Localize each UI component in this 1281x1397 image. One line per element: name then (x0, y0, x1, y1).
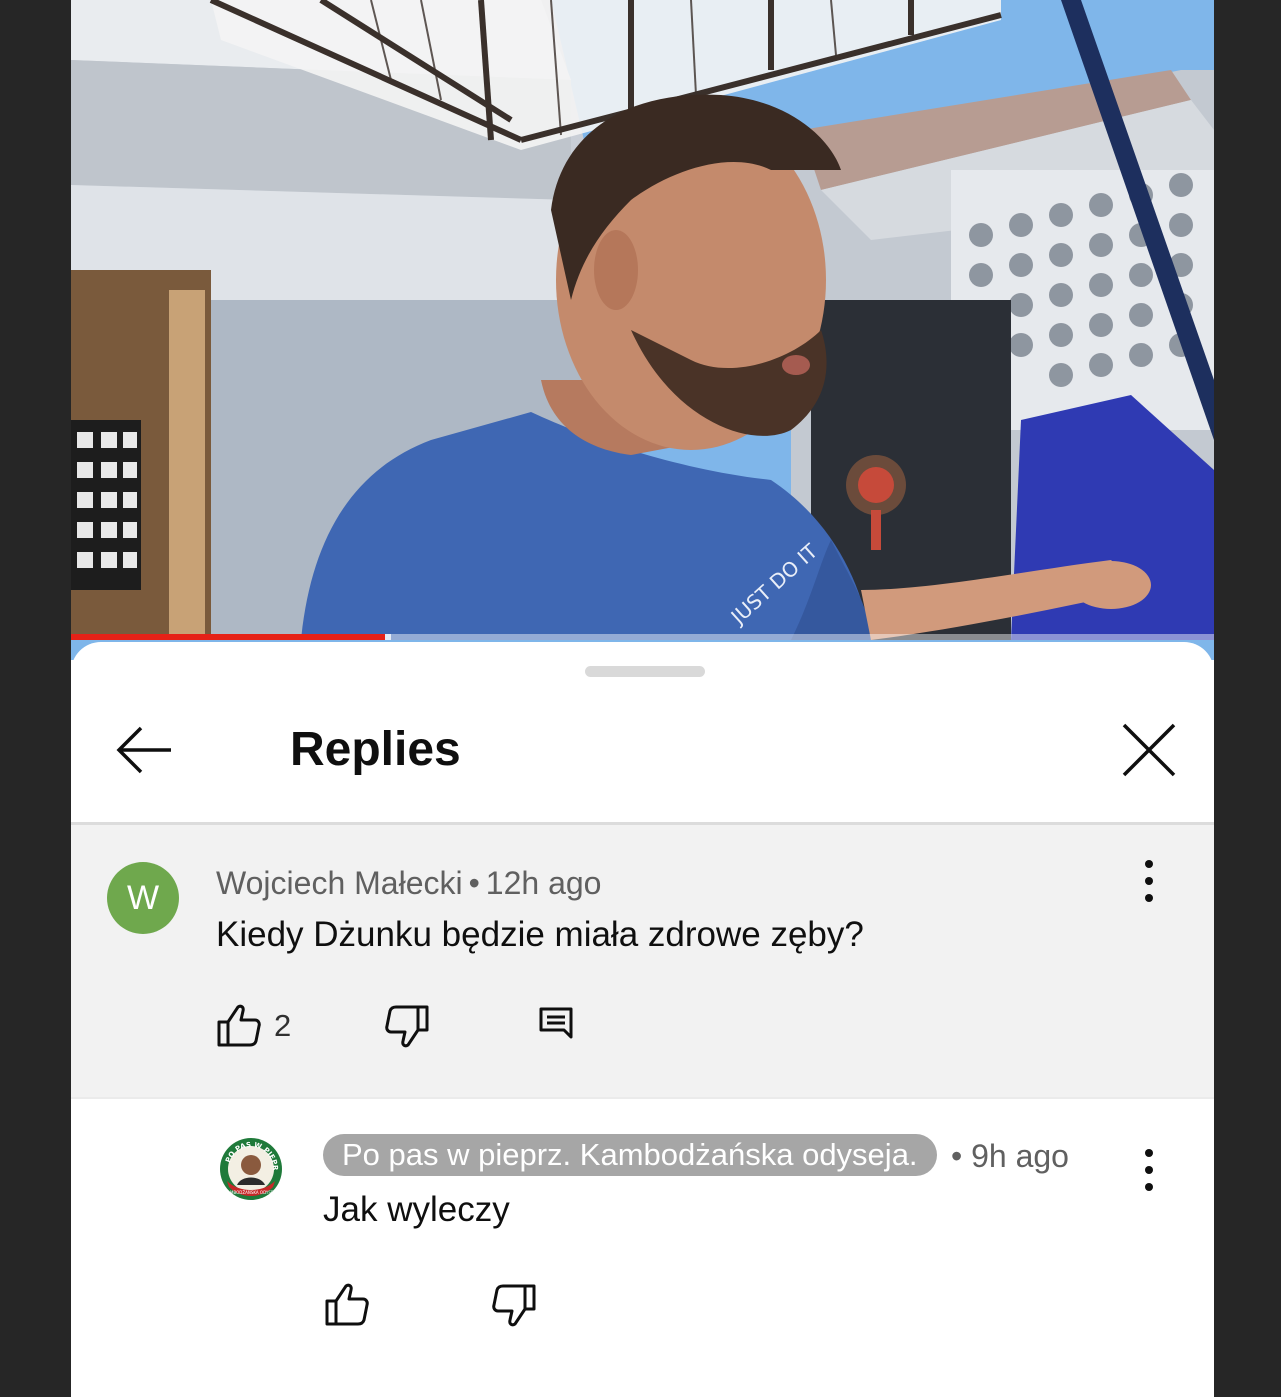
reply-time: • 9h ago (951, 1138, 1069, 1174)
meta-separator: • (468, 865, 480, 901)
channel-logo-text-bottom: KAMBODŻAŃSKA ODYSEJA (225, 1190, 278, 1195)
reply-text: Jak wyleczy (323, 1190, 510, 1229)
comment-author[interactable]: Wojciech Małecki (216, 865, 463, 901)
channel-name-chip[interactable]: Po pas w pieprz. Kambodżańska odyseja. (323, 1134, 937, 1176)
replies-sheet: Replies W Wojciech Małecki • 12h ago Kiedy… (71, 642, 1214, 1397)
back-arrow-icon (116, 726, 171, 774)
channel-avatar[interactable]: PO PAS W PIEPRZ KAMBODŻAŃSKA ODYSEJA (216, 1131, 283, 1201)
reply-menu-button[interactable] (1129, 1142, 1169, 1198)
comment-meta: Wojciech Małecki • 12h ago (216, 863, 601, 903)
video-frame: JUST DO IT (71, 0, 1214, 660)
sheet-title: Replies (290, 723, 461, 776)
phone-screen: JUST DO IT Replies W Wojciech Małecki • … (71, 0, 1214, 1397)
thumb-up-icon (217, 1004, 261, 1047)
drag-handle[interactable] (585, 666, 705, 677)
dislike-button[interactable] (384, 1003, 430, 1049)
video-player[interactable]: JUST DO IT (71, 0, 1214, 660)
reply-like-button[interactable] (324, 1282, 370, 1328)
reply-dislike-button[interactable] (491, 1282, 537, 1328)
comment-time: 12h ago (485, 865, 602, 901)
comment-menu-button[interactable] (1129, 853, 1169, 909)
channel-logo: PO PAS W PIEPRZ KAMBODŻAŃSKA ODYSEJA (216, 1131, 282, 1200)
like-button[interactable] (216, 1003, 262, 1049)
section-divider (71, 1097, 1214, 1099)
thumb-down-icon (492, 1284, 536, 1327)
video-progress-fill (71, 634, 386, 640)
reply-icon (539, 1007, 573, 1039)
thumb-up-icon (325, 1283, 369, 1326)
video-progress-bar[interactable] (71, 634, 1214, 640)
close-icon (1122, 723, 1176, 777)
avatar[interactable]: W (107, 862, 179, 934)
parent-comment: W Wojciech Małecki • 12h ago Kiedy Dżunku … (71, 825, 1214, 1097)
video-buffer (385, 634, 392, 640)
comment-text: Kiedy Dżunku będzie miała zdrowe zęby? (216, 915, 864, 954)
more-vert-icon (1145, 860, 1153, 902)
more-vert-icon (1145, 1149, 1153, 1191)
thumb-down-icon (385, 1005, 429, 1048)
close-button[interactable] (1116, 717, 1182, 783)
back-button[interactable] (111, 717, 177, 783)
like-count: 2 (274, 1008, 292, 1043)
reply-button[interactable] (537, 1005, 577, 1045)
